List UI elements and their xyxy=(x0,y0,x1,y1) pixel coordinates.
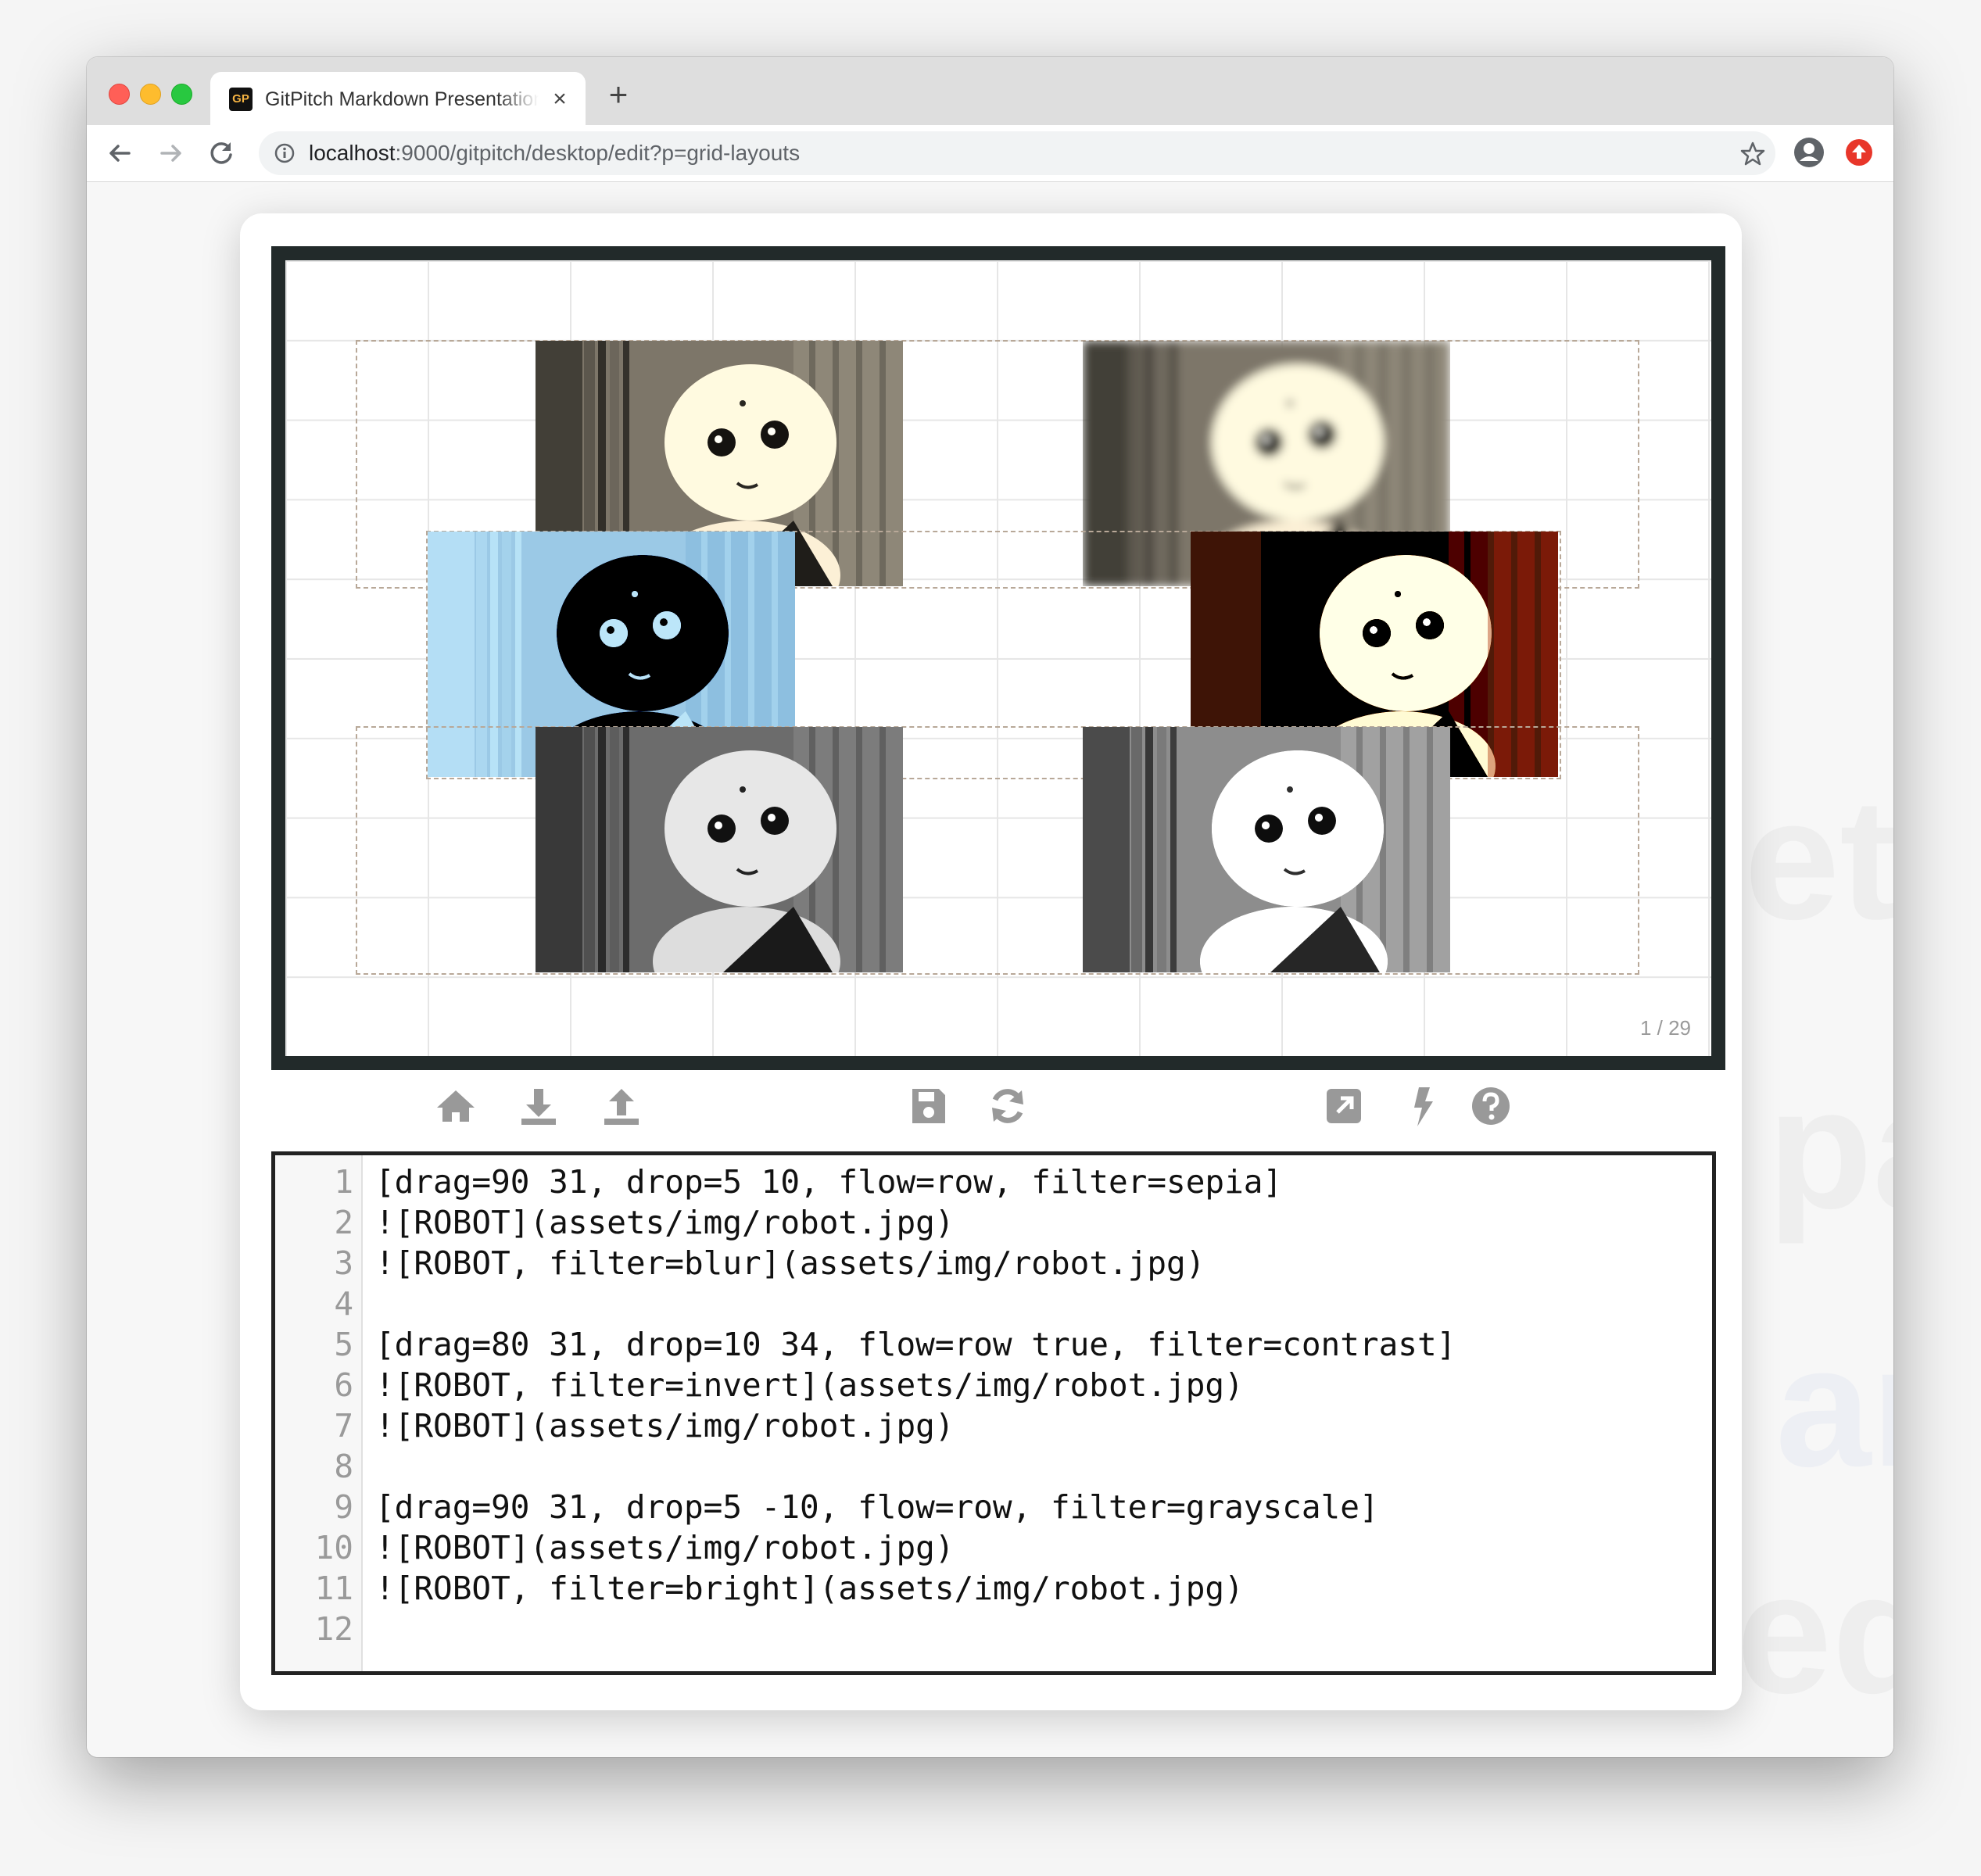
code-text[interactable]: [drag=80 31, drop=10 34, flow=row true, … xyxy=(375,1324,1456,1365)
code-text[interactable]: ![ROBOT, filter=blur](assets/img/robot.j… xyxy=(375,1243,1205,1283)
maximize-window-button[interactable] xyxy=(171,84,192,105)
forward-arrow-icon[interactable] xyxy=(154,136,188,170)
robot-image-grayscale[interactable] xyxy=(536,727,903,972)
code-line[interactable]: 6 ![ROBOT, filter=invert](assets/img/robo… xyxy=(275,1365,1682,1405)
code-line[interactable]: 1 [drag=90 31, drop=5 10, flow=row, filte… xyxy=(275,1162,1682,1202)
code-line[interactable]: 3 ![ROBOT, filter=blur](assets/img/robot.… xyxy=(275,1243,1682,1283)
code-text[interactable]: [drag=90 31, drop=5 -10, flow=row, filte… xyxy=(375,1487,1379,1527)
code-text[interactable]: ![ROBOT](assets/img/robot.jpg) xyxy=(375,1405,955,1446)
code-line[interactable]: 5 [drag=80 31, drop=10 34, flow=row true,… xyxy=(275,1324,1682,1365)
line-number: 11 xyxy=(314,1570,353,1607)
download-icon[interactable] xyxy=(517,1084,561,1128)
code-text[interactable]: ![ROBOT, filter=invert](assets/img/robot… xyxy=(375,1365,1244,1405)
line-number: 7 xyxy=(334,1407,353,1445)
info-icon[interactable] xyxy=(274,143,295,163)
code-line[interactable]: 2 ![ROBOT](assets/img/robot.jpg) xyxy=(275,1202,1682,1243)
page-content: et pa ar ed xyxy=(87,182,1893,1757)
code-line[interactable]: 7 ![ROBOT](assets/img/robot.jpg) xyxy=(275,1405,1682,1446)
bookmark-star-icon[interactable] xyxy=(1739,141,1766,167)
editor-card: 1 / 29 1 [drag=90 31, drop=5 10, flow=ro… xyxy=(240,213,1742,1710)
browser-toolbar: localhost:9000/gitpitch/desktop/edit?p=g… xyxy=(87,125,1893,182)
line-number: 2 xyxy=(334,1204,353,1241)
code-text[interactable]: [drag=90 31, drop=5 10, flow=row, filter… xyxy=(375,1162,1282,1202)
code-line[interactable]: 12 xyxy=(275,1609,1682,1649)
line-number: 9 xyxy=(334,1488,353,1526)
new-tab-button[interactable]: + xyxy=(603,78,634,111)
background-decoration: et xyxy=(1744,761,1893,958)
line-number: 1 xyxy=(334,1163,353,1201)
update-icon[interactable] xyxy=(1844,138,1874,167)
code-text[interactable]: ![ROBOT](assets/img/robot.jpg) xyxy=(375,1202,955,1243)
url-path: :9000/gitpitch/desktop/edit?p=grid-layou… xyxy=(395,141,801,165)
slide-preview: 1 / 29 xyxy=(271,246,1725,1070)
code-line[interactable]: 9 [drag=90 31, drop=5 -10, flow=row, filt… xyxy=(275,1487,1682,1527)
background-decoration: pa xyxy=(1768,1050,1893,1248)
lightning-icon[interactable] xyxy=(1402,1084,1445,1128)
line-number: 3 xyxy=(334,1244,353,1282)
save-icon[interactable] xyxy=(906,1084,950,1128)
minimize-window-button[interactable] xyxy=(140,84,161,105)
favicon-icon: GP xyxy=(229,88,253,111)
line-number: 5 xyxy=(334,1326,353,1363)
browser-tab[interactable]: GP GitPitch Markdown Presentation × xyxy=(210,72,586,125)
slide-page-indicator: 1 / 29 xyxy=(1639,1016,1691,1040)
background-decoration: ar xyxy=(1775,1310,1893,1502)
robot-image-bright[interactable] xyxy=(1083,727,1450,972)
title-bar: GP GitPitch Markdown Presentation × + xyxy=(87,57,1893,125)
code-line[interactable]: 11 ![ROBOT, filter=bright](assets/img/rob… xyxy=(275,1568,1682,1609)
close-window-button[interactable] xyxy=(109,84,130,105)
code-line[interactable]: 4 xyxy=(275,1283,1682,1324)
url-host: localhost xyxy=(309,141,396,165)
line-number: 4 xyxy=(334,1285,353,1323)
code-line[interactable]: 8 xyxy=(275,1446,1682,1487)
code-line[interactable]: 10 ![ROBOT](assets/img/robot.jpg) xyxy=(275,1527,1682,1568)
help-icon[interactable] xyxy=(1469,1084,1513,1128)
url-text[interactable]: localhost:9000/gitpitch/desktop/edit?p=g… xyxy=(309,141,800,165)
home-icon[interactable] xyxy=(434,1084,478,1128)
background-decoration: ed xyxy=(1736,1534,1893,1732)
editor-controls xyxy=(240,1073,1742,1136)
line-number: 12 xyxy=(314,1610,353,1648)
tab-close-icon[interactable]: × xyxy=(548,86,571,113)
address-bar[interactable]: localhost:9000/gitpitch/desktop/edit?p=g… xyxy=(259,131,1775,175)
reload-icon[interactable] xyxy=(204,136,238,170)
browser-window: GP GitPitch Markdown Presentation × + lo… xyxy=(87,57,1893,1757)
refresh-icon[interactable] xyxy=(986,1084,1030,1128)
markdown-editor[interactable]: 1 [drag=90 31, drop=5 10, flow=row, filte… xyxy=(271,1151,1716,1675)
line-number: 10 xyxy=(314,1529,353,1566)
tab-title: GitPitch Markdown Presentation xyxy=(265,88,539,110)
code-text[interactable]: ![ROBOT](assets/img/robot.jpg) xyxy=(375,1527,955,1568)
external-link-icon[interactable] xyxy=(1322,1084,1366,1128)
line-number: 8 xyxy=(334,1448,353,1485)
account-icon[interactable] xyxy=(1793,136,1825,169)
back-arrow-icon[interactable] xyxy=(102,136,137,170)
line-number: 6 xyxy=(334,1366,353,1404)
upload-icon[interactable] xyxy=(600,1084,643,1128)
code-text[interactable]: ![ROBOT, filter=bright](assets/img/robot… xyxy=(375,1568,1244,1609)
